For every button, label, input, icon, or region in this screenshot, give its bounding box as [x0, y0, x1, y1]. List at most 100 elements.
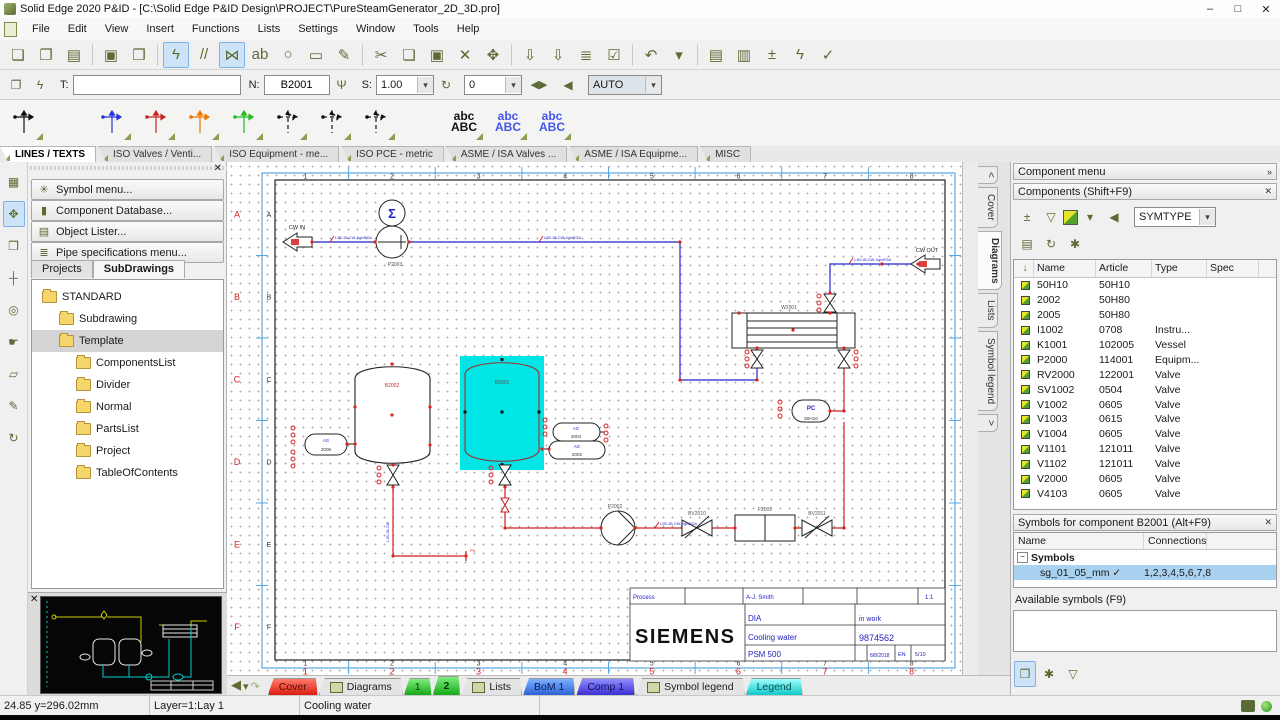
palette-tab-7[interactable]: MISC	[700, 146, 751, 162]
left-panel-button-2[interactable]: ▮Component Database...	[31, 200, 224, 221]
pan-hand-icon[interactable]: ☛	[3, 329, 25, 355]
symbol-row-selected[interactable]: sg_01_05_mm ✓ 1,2,3,4,5,6,7,8	[1014, 565, 1276, 580]
cw-out-connector[interactable]: CW OUT	[911, 248, 940, 273]
rotate-icon[interactable]: ↻	[435, 72, 457, 98]
symtype-select[interactable]: SYMTYPE▾	[1134, 207, 1216, 227]
preview-thumbnail[interactable]	[40, 596, 222, 694]
move-icon[interactable]: ✥	[480, 42, 506, 68]
add-remove-icon[interactable]: ±	[759, 42, 785, 68]
edit-page-icon[interactable]: ✎	[3, 393, 25, 419]
palette-line-slot-5[interactable]	[178, 102, 222, 142]
heat-exchanger-w2001[interactable]: W2001	[732, 305, 855, 348]
sheet-forward-icon[interactable]: ↷	[251, 680, 260, 693]
undo-caret-icon[interactable]: ▾	[666, 42, 692, 68]
component-row[interactable]: V41030605Valve	[1014, 486, 1276, 501]
zoom-tool-icon[interactable]: ◎	[3, 297, 25, 323]
scale-select[interactable]: 1.00▾	[376, 75, 434, 95]
drawing-area[interactable]: ABCDEF ABCDEF 12345678 12345678 12345678…	[227, 162, 962, 675]
menu-file[interactable]: File	[23, 18, 59, 40]
panel-expand-icon[interactable]: »	[1267, 167, 1272, 177]
category-tab-lists[interactable]: Lists	[978, 293, 998, 328]
tab-subdrawings[interactable]: SubDrawings	[93, 260, 185, 278]
tree-item-divider[interactable]: Divider	[32, 374, 223, 396]
tree-item-template[interactable]: Template	[32, 330, 223, 352]
components-refresh-icon[interactable]: ↻	[1040, 231, 1062, 257]
available-symbols-box[interactable]	[1013, 610, 1277, 652]
components-card-icon[interactable]: ▤	[1016, 231, 1038, 257]
sheet-tab-legend[interactable]: Legend	[746, 678, 803, 695]
sheet-tab-lists[interactable]: Lists	[461, 678, 522, 695]
menu-settings[interactable]: Settings	[289, 18, 347, 40]
menu-insert[interactable]: Insert	[137, 18, 183, 40]
symbols-filter-icon[interactable]: ▽	[1062, 661, 1084, 687]
position-tool-icon[interactable]: ✥	[3, 201, 25, 227]
left-panel-button-1[interactable]: ✳Symbol menu...	[31, 179, 224, 200]
section-close-icon[interactable]: ✕	[1264, 186, 1272, 197]
components-filter-icon[interactable]: ▽	[1040, 204, 1062, 230]
print-preview-icon[interactable]: ❒	[126, 42, 152, 68]
report-document-icon[interactable]: ▤	[703, 42, 729, 68]
lightning-add-icon[interactable]: ϟ	[29, 72, 51, 98]
menu-tools[interactable]: Tools	[404, 18, 448, 40]
category-tab-diagrams[interactable]: Diagrams	[978, 231, 1002, 291]
n-input[interactable]	[264, 75, 330, 95]
page-turn-icon[interactable]: ❐	[3, 233, 25, 259]
palette-line-slot-3[interactable]	[90, 102, 134, 142]
component-row[interactable]: I10020708Instru...	[1014, 323, 1276, 338]
check-list-icon[interactable]: ☑	[601, 42, 627, 68]
instrument-2006[interactable]: AG 2006	[305, 434, 347, 455]
filter-f2001[interactable]: F2001	[735, 507, 795, 541]
instrument-pc-50h10[interactable]: PC 50H10	[792, 400, 830, 422]
section-close-icon[interactable]: ✕	[1264, 517, 1272, 528]
fork-icon[interactable]: Ψ	[331, 72, 353, 98]
scroll-up-icon[interactable]: <	[978, 166, 998, 184]
components-back-arrow-icon[interactable]: ◀	[1103, 204, 1125, 230]
color-square-icon[interactable]	[1063, 210, 1078, 225]
component-row[interactable]: 200550H80	[1014, 308, 1276, 323]
paste-icon[interactable]: ▣	[424, 42, 450, 68]
component-row[interactable]: 200250H80	[1014, 293, 1276, 308]
save-icon[interactable]: ▤	[61, 42, 87, 68]
component-book-icon[interactable]: ▥	[731, 42, 757, 68]
tree-item-project[interactable]: Project	[32, 440, 223, 462]
draw-pencil-icon[interactable]: ✎	[331, 42, 357, 68]
grid-tool-icon[interactable]: ▦	[3, 169, 25, 195]
component-row[interactable]: RV2000122001Valve	[1014, 367, 1276, 382]
category-tab-cover[interactable]: Cover	[978, 187, 998, 228]
instrument-2004[interactable]: AG 2004	[553, 423, 600, 441]
menu-edit[interactable]: Edit	[59, 18, 96, 40]
symbols-layers-icon[interactable]: ❒	[1014, 661, 1036, 687]
sheet-tab-2[interactable]: 2	[433, 676, 461, 695]
menu-window[interactable]: Window	[347, 18, 404, 40]
sort-icon[interactable]: ↓	[1014, 260, 1034, 277]
palette-tab-4[interactable]: ISO PCE - metric	[341, 146, 444, 162]
menu-view[interactable]: View	[96, 18, 138, 40]
layer-tool-icon[interactable]: ▱	[3, 361, 25, 387]
scroll-down-icon[interactable]: >	[978, 414, 998, 432]
symbols-group-row[interactable]: − Symbols	[1014, 550, 1276, 565]
flip-horizontal-icon[interactable]: ◀▶	[523, 72, 555, 98]
panel-drag-handle[interactable]	[28, 162, 227, 175]
palette-line-slot-6[interactable]	[222, 102, 266, 142]
palette-line-slot-2[interactable]	[46, 102, 90, 142]
open-drawing-icon[interactable]: ❐	[33, 42, 59, 68]
select-rectangle-icon[interactable]: ▭	[303, 42, 329, 68]
palette-line-slot-8[interactable]	[310, 102, 354, 142]
palette-text-slot-3[interactable]: abcABC	[530, 102, 574, 142]
flip-vertical-icon[interactable]: ◀	[557, 72, 579, 98]
palette-line-slot-9[interactable]	[354, 102, 398, 142]
hatch-lines-icon[interactable]: //	[191, 42, 217, 68]
component-row[interactable]: 50H1050H10	[1014, 278, 1276, 293]
cut-icon[interactable]: ✂	[368, 42, 394, 68]
maximize-button[interactable]: □	[1224, 3, 1252, 16]
sheet-back-caret-icon[interactable]: ▾	[243, 680, 249, 693]
sheet-tab-bom-1[interactable]: BoM 1	[523, 678, 575, 695]
ellipse-tool-icon[interactable]: ○	[275, 42, 301, 68]
angle-select[interactable]: 0▾	[464, 75, 522, 95]
reducer[interactable]	[501, 498, 509, 512]
tree-item-partslist[interactable]: PartsList	[32, 418, 223, 440]
object-list-icon[interactable]: ≣	[573, 42, 599, 68]
collapse-icon[interactable]: −	[1017, 552, 1028, 563]
palette-text-slot-2[interactable]: abcABC	[486, 102, 530, 142]
sheet-tab-diagrams[interactable]: Diagrams	[319, 678, 403, 695]
